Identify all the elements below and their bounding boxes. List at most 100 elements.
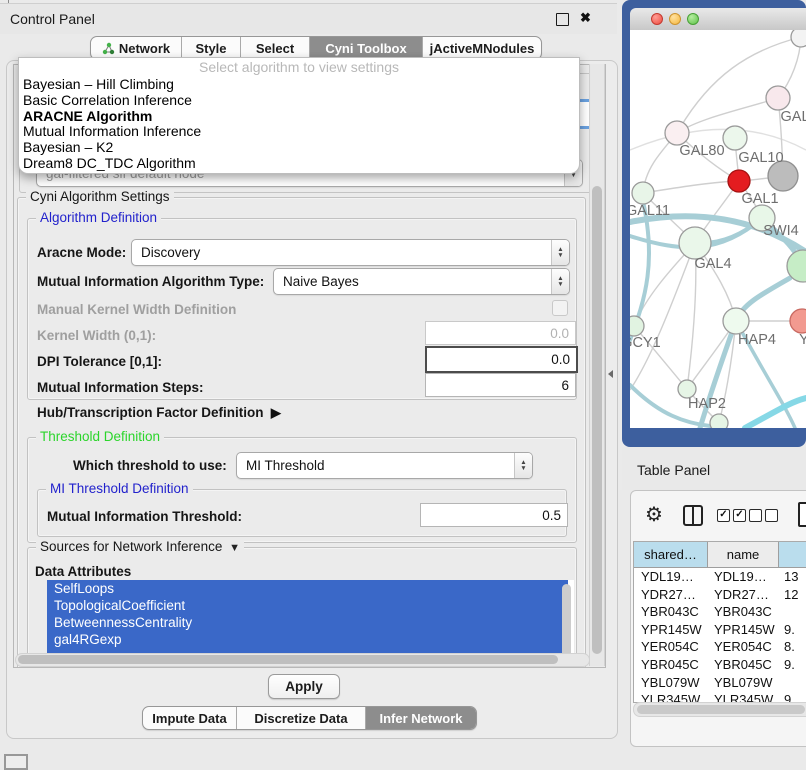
table-row[interactable]: YDR27… YDR27… 12 — [634, 586, 806, 604]
hub-definition-toggle[interactable]: Hub/Transcription Factor Definition ▶ — [37, 405, 281, 421]
node-label: GAL — [780, 109, 806, 125]
node-selected-red — [728, 170, 750, 192]
which-threshold-combo[interactable]: MI Threshold ▲▼ — [236, 452, 533, 479]
dpi-tolerance-field[interactable]: 0.0 — [425, 346, 578, 373]
tab-style-label: Style — [195, 41, 226, 56]
settings-vscroll-thumb[interactable] — [592, 186, 602, 654]
expanded-arrow-icon: ▼ — [226, 542, 240, 554]
sources-group-title[interactable]: Sources for Network Inference ▼ — [36, 539, 244, 554]
network-canvas[interactable]: GAL GAL80 GAL10 GAL1 GAL11 SWI4 GAL4 GCY… — [630, 30, 806, 428]
splitter-collapse-icon[interactable] — [608, 370, 613, 378]
settings-hscroll-thumb[interactable] — [18, 655, 558, 664]
gear-icon[interactable]: ⚙ — [645, 502, 663, 527]
cell: YDL19… — [634, 568, 707, 586]
kernel-width-field[interactable]: 0.0 — [425, 321, 576, 345]
column-header-cut[interactable] — [779, 542, 806, 567]
cell: YER054C — [707, 638, 777, 656]
list-item[interactable]: TopologicalCoefficient — [47, 597, 568, 614]
table-toolbar: ⚙ ✓ ✓ — [631, 491, 806, 539]
tab-impute-data[interactable]: Impute Data — [143, 707, 237, 729]
table-row[interactable]: YBL079W YBL079W — [634, 674, 806, 692]
dpi-tolerance-label: DPI Tolerance [0,1]: — [37, 354, 162, 369]
tab-select[interactable]: Select — [241, 37, 310, 59]
tab-jactivemnodules[interactable]: jActiveMNodules — [423, 37, 541, 59]
algorithm-definition-title: Algorithm Definition — [36, 210, 161, 225]
cell: YBL079W — [634, 674, 707, 692]
node-label: GCY1 — [630, 335, 661, 351]
table-panel-titlebar: Table Panel — [622, 447, 806, 490]
dropdown-item[interactable]: Basic Correlation Inference — [19, 93, 579, 109]
tab-network-label: Network — [119, 41, 170, 56]
mi-type-combo[interactable]: Naive Bayes ▲▼ — [273, 268, 570, 295]
table-row[interactable]: YDL19… YDL19… 13 — [634, 568, 806, 586]
table-hscroll-thumb[interactable] — [637, 705, 805, 714]
checked-box-icon: ✓ — [717, 509, 730, 522]
table-row[interactable]: YPR145W YPR145W 9. — [634, 621, 806, 639]
float-panel-icon[interactable] — [556, 13, 569, 26]
close-panel-icon[interactable]: ✖ — [580, 10, 591, 26]
tab-discretize-data[interactable]: Discretize Data — [237, 707, 366, 729]
control-panel-title: Control Panel — [10, 11, 95, 27]
node-label: HAP4 — [738, 332, 776, 348]
apply-button[interactable]: Apply — [268, 674, 340, 699]
cell: YBR045C — [707, 656, 777, 674]
threshold-definition-title: Threshold Definition — [36, 429, 164, 444]
dropdown-item[interactable]: Bayesian – Hill Climbing — [19, 77, 579, 93]
mi-steps-field[interactable]: 6 — [425, 373, 576, 397]
tab-cyni-toolbox[interactable]: Cyni Toolbox — [310, 37, 423, 59]
stepper-icon: ▲▼ — [551, 269, 569, 294]
table-row[interactable]: YBR043C YBR043C — [634, 603, 806, 621]
cell: 9. — [777, 621, 806, 639]
column-header-shared-name[interactable]: shared… — [634, 542, 708, 567]
cell: YPR145W — [634, 621, 707, 639]
kernel-width-label: Kernel Width (0,1): — [37, 328, 156, 343]
network-icon — [102, 42, 115, 55]
control-panel: Control Panel ✖ Network Style Select Cyn… — [0, 0, 617, 762]
minimize-window-icon[interactable] — [669, 13, 681, 25]
close-window-icon[interactable] — [651, 13, 663, 25]
column-header-name[interactable]: name — [708, 542, 779, 567]
network-window[interactable]: GAL GAL80 GAL10 GAL1 GAL11 SWI4 GAL4 GCY… — [622, 0, 806, 447]
table-body[interactable]: YDL19… YDL19… 13 YDR27… YDR27… 12 YBR043… — [634, 568, 806, 703]
new-table-icon[interactable] — [798, 502, 806, 527]
cell: 12 — [777, 586, 806, 604]
list-scrollbar[interactable] — [562, 584, 571, 662]
tab-cyni-toolbox-label: Cyni Toolbox — [325, 41, 406, 56]
deselect-all-columns-icon[interactable] — [749, 509, 778, 522]
unchecked-box-icon — [749, 509, 762, 522]
dpi-tolerance-value: 0.0 — [551, 352, 570, 367]
dropdown-item-selected[interactable]: ARACNE Algorithm — [19, 109, 579, 125]
tab-infer-network[interactable]: Infer Network — [366, 707, 476, 729]
select-all-columns-icon[interactable]: ✓ ✓ — [717, 509, 746, 522]
list-item[interactable]: SelfLoops — [47, 580, 568, 597]
list-item[interactable]: gal4RGexp — [47, 631, 568, 648]
dropdown-item[interactable]: Dream8 DC_TDC Algorithm — [19, 156, 579, 172]
aracne-mode-combo[interactable]: Discovery ▲▼ — [131, 239, 570, 266]
node-table: shared… name YDL19… YDL19… 13 YDR27… YDR… — [633, 541, 806, 703]
cell: YDL19… — [707, 568, 777, 586]
zoom-window-icon[interactable] — [687, 13, 699, 25]
cyni-bottom-tabs: Impute Data Discretize Data Infer Networ… — [142, 706, 477, 730]
dropdown-item[interactable]: Mutual Information Inference — [19, 124, 579, 140]
data-attributes-label: Data Attributes — [35, 564, 131, 579]
cell — [777, 674, 806, 692]
columns-icon[interactable] — [683, 505, 703, 526]
dropdown-item[interactable]: Bayesian – K2 — [19, 140, 579, 156]
table-hscroll-track[interactable] — [633, 702, 806, 717]
table-row[interactable]: YER054C YER054C 8. — [634, 638, 806, 656]
table-row[interactable]: YBR045C YBR045C 9. — [634, 656, 806, 674]
tab-style[interactable]: Style — [182, 37, 241, 59]
cell: YDR27… — [707, 586, 777, 604]
node-gal-cut — [766, 86, 790, 110]
network-window-titlebar[interactable] — [630, 8, 806, 31]
list-item[interactable]: BetweennessCentrality — [47, 614, 568, 631]
dropdown-placeholder: Select algorithm to view settings — [19, 58, 579, 77]
tab-network[interactable]: Network — [91, 37, 182, 59]
settings-hscroll-track[interactable] — [15, 653, 590, 667]
tab-discretize-data-label: Discretize Data — [254, 711, 347, 726]
mi-threshold-field[interactable]: 0.5 — [420, 503, 568, 527]
settings-vscroll-track[interactable] — [589, 64, 605, 666]
minimized-panel-icon[interactable] — [4, 754, 28, 770]
manual-kernel-checkbox[interactable] — [552, 300, 568, 316]
mi-steps-label: Mutual Information Steps: — [37, 380, 204, 395]
